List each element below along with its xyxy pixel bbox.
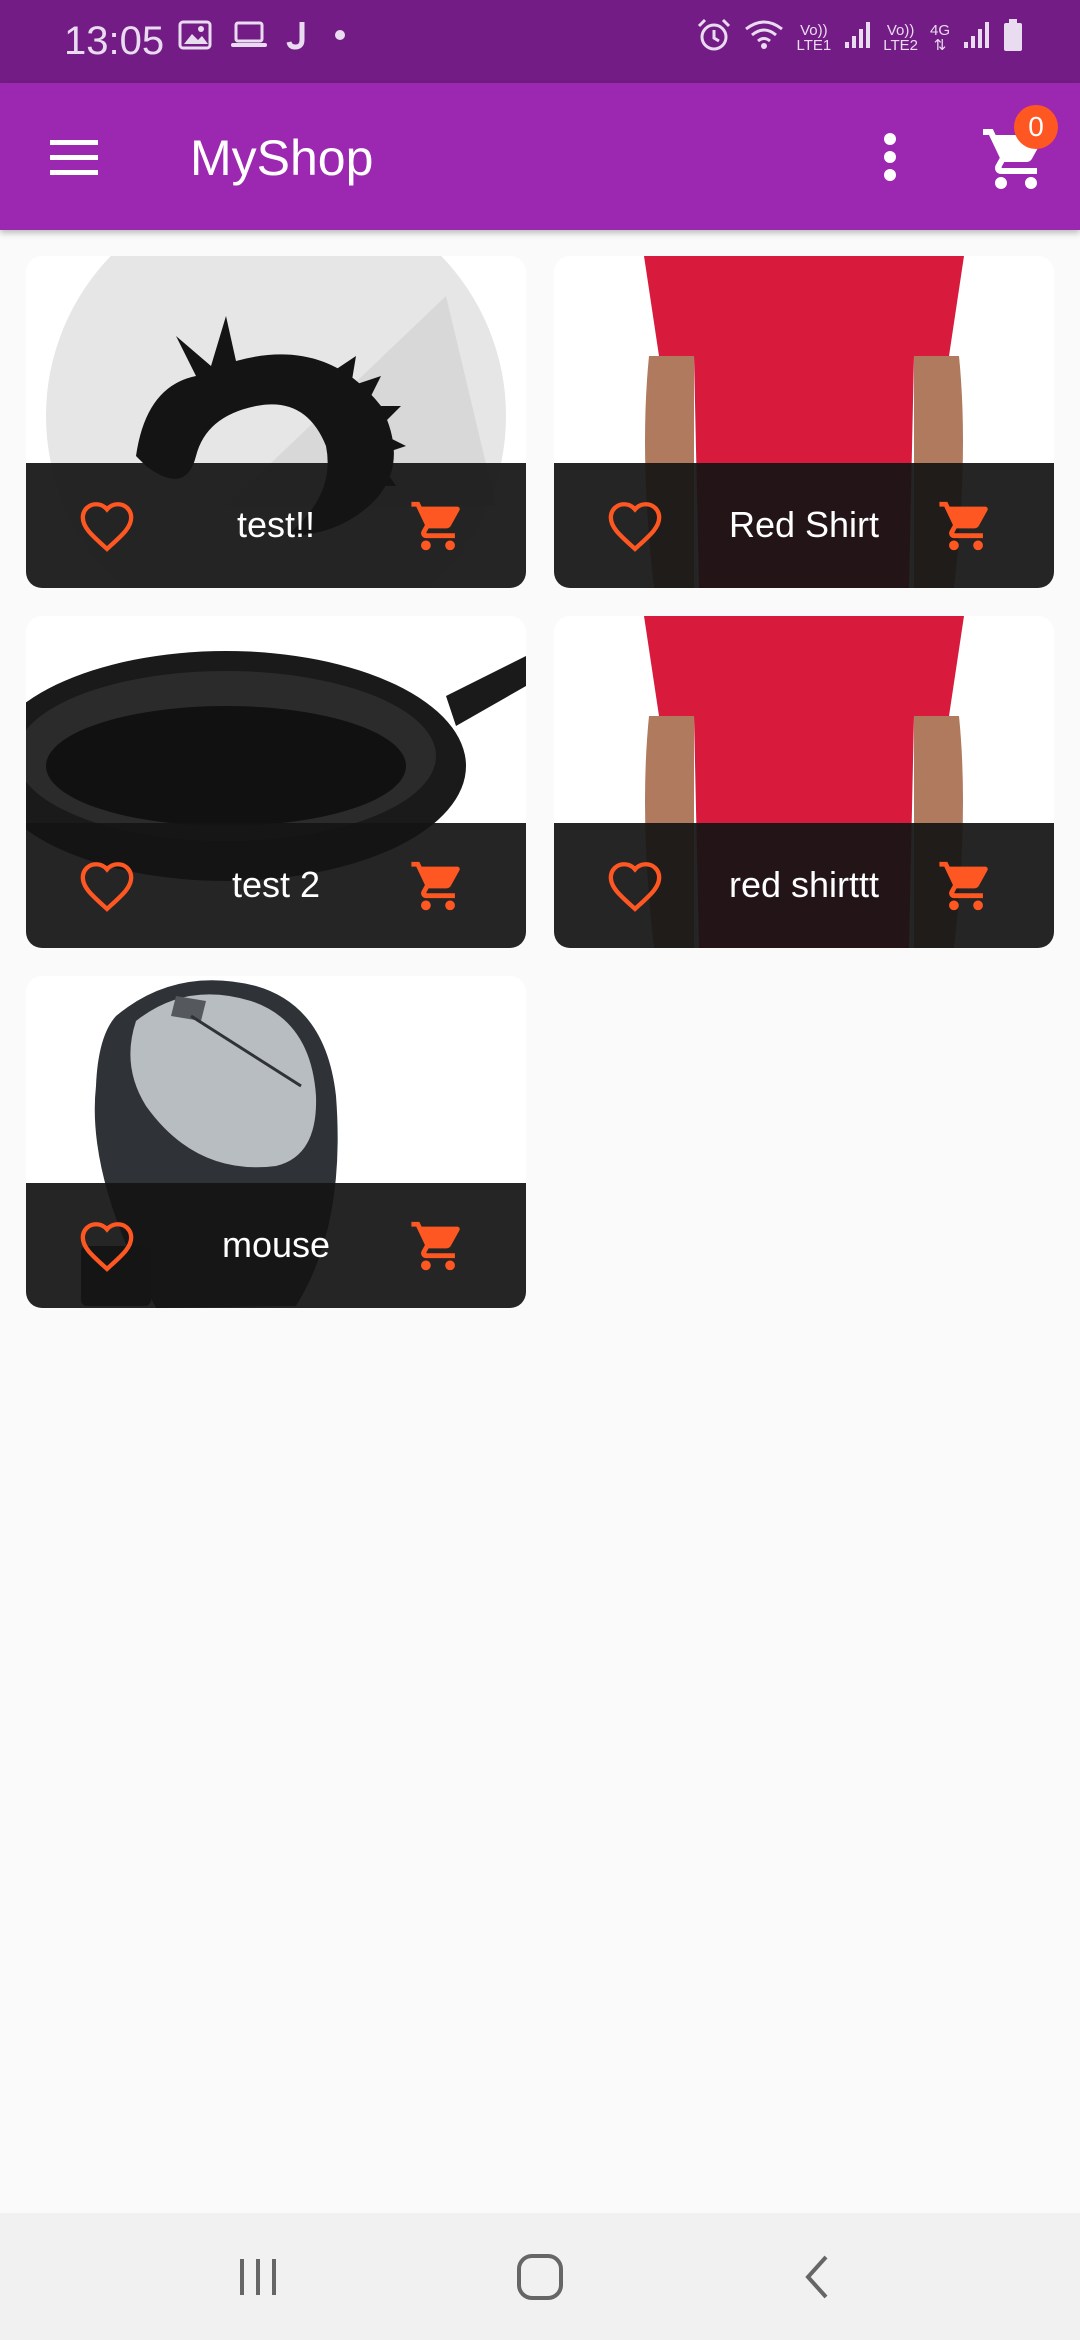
cart-count-badge: 0 xyxy=(1014,105,1058,149)
favorite-button[interactable] xyxy=(606,499,664,553)
app-bar: MyShop 0 xyxy=(0,83,1080,230)
cart-icon xyxy=(939,861,988,911)
image-icon xyxy=(178,20,212,55)
cart-icon xyxy=(939,501,988,551)
heart-outline-icon xyxy=(80,1222,134,1272)
product-title: test 2 xyxy=(231,864,321,905)
product-title: test!! xyxy=(236,504,316,545)
add-to-cart-button[interactable] xyxy=(408,497,468,555)
status-time: 13:05 xyxy=(64,19,165,63)
add-to-cart-button[interactable] xyxy=(936,497,996,555)
home-button[interactable] xyxy=(510,2247,570,2307)
recent-apps-icon xyxy=(240,2259,276,2295)
dot-icon xyxy=(330,20,350,55)
app-title: MyShop xyxy=(190,130,374,186)
heart-outline-icon xyxy=(80,502,134,552)
signal-icon xyxy=(843,20,871,55)
favorite-button[interactable] xyxy=(78,499,136,553)
favorite-button[interactable] xyxy=(78,1219,136,1273)
j-icon xyxy=(286,20,312,55)
card-footer: test 2 xyxy=(26,823,526,948)
back-icon xyxy=(805,2255,828,2299)
sim2-label: Vo)) LTE2 xyxy=(883,21,918,54)
wifi-icon xyxy=(744,19,784,56)
add-to-cart-button[interactable] xyxy=(408,1217,468,1275)
hamburger-menu-icon xyxy=(50,140,98,175)
product-title: red shirttt xyxy=(728,864,880,905)
home-icon xyxy=(517,2254,563,2300)
recent-apps-button[interactable] xyxy=(228,2247,288,2307)
heart-outline-icon xyxy=(80,862,134,912)
add-to-cart-button[interactable] xyxy=(408,857,468,915)
product-card[interactable]: Red Shirt xyxy=(554,256,1054,588)
network-type-label: 4G ⇅ xyxy=(929,21,950,54)
add-to-cart-button[interactable] xyxy=(936,857,996,915)
product-title: mouse xyxy=(221,1224,331,1265)
status-bar: 13:05 Vo)) LTE1 Vo)) LTE2 4G ⇅ xyxy=(0,0,1080,83)
more-vert-icon xyxy=(884,133,896,181)
cart-icon xyxy=(411,1221,460,1271)
alarm-icon xyxy=(696,18,732,57)
product-card[interactable]: test!! xyxy=(26,256,526,588)
product-title: Red Shirt xyxy=(728,504,880,545)
cart-icon xyxy=(411,861,460,911)
card-footer: mouse xyxy=(26,1183,526,1308)
system-nav-bar xyxy=(0,2213,1080,2340)
product-card[interactable]: test 2 xyxy=(26,616,526,948)
back-button[interactable] xyxy=(790,2247,850,2307)
laptop-icon xyxy=(230,20,268,55)
card-footer: Red Shirt xyxy=(554,463,1054,588)
signal-icon-2 xyxy=(962,20,990,55)
favorite-button[interactable] xyxy=(606,859,664,913)
overflow-menu-button[interactable] xyxy=(870,125,910,189)
sim1-label: Vo)) LTE1 xyxy=(796,21,832,54)
card-footer: red shirttt xyxy=(554,823,1054,948)
cart-icon xyxy=(411,501,460,551)
battery-icon xyxy=(1002,18,1024,57)
product-card[interactable]: mouse xyxy=(26,976,526,1308)
heart-outline-icon xyxy=(608,502,662,552)
menu-button[interactable] xyxy=(38,128,110,186)
product-card[interactable]: red shirttt xyxy=(554,616,1054,948)
card-footer: test!! xyxy=(26,463,526,588)
heart-outline-icon xyxy=(608,862,662,912)
favorite-button[interactable] xyxy=(78,859,136,913)
